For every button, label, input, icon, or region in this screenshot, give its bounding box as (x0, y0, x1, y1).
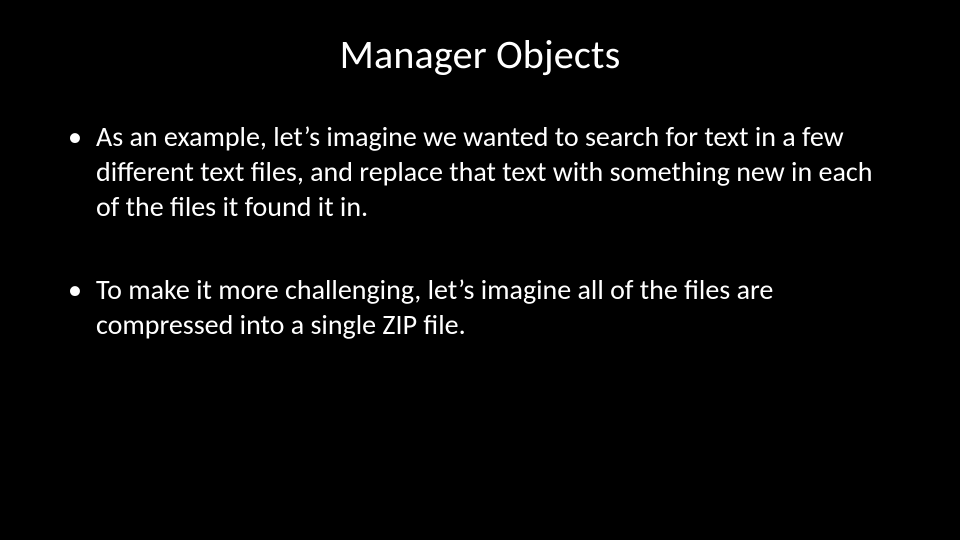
bullet-list: As an example, let’s imagine we wanted t… (60, 119, 900, 342)
slide: Manager Objects As an example, let’s ima… (0, 0, 960, 540)
list-item: As an example, let’s imagine we wanted t… (60, 119, 900, 224)
list-item: To make it more challenging, let’s imagi… (60, 272, 900, 342)
slide-title: Manager Objects (60, 30, 900, 79)
